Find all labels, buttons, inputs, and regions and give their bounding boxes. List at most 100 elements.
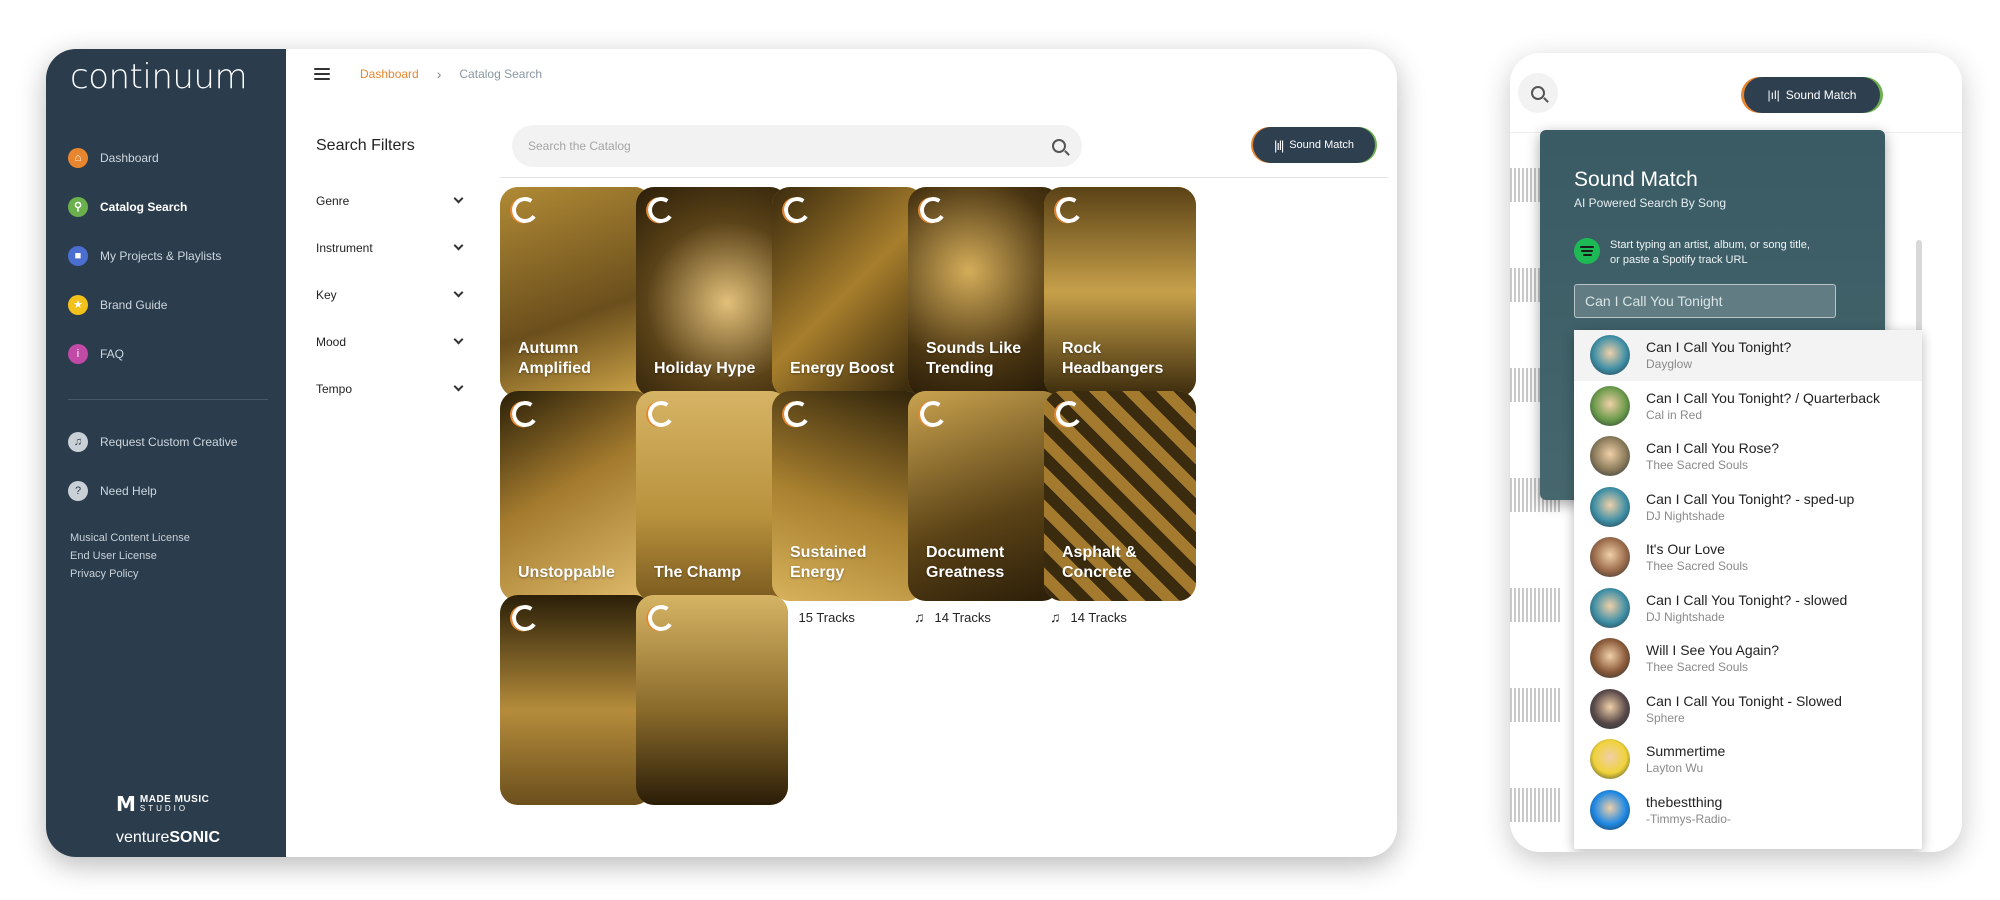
song-result-text: Can I Call You Tonight? / Quarterback Cal… xyxy=(1646,390,1880,422)
panel-sound-match-button[interactable]: |ıl| Sound Match xyxy=(1744,77,1880,113)
filter-instrument[interactable]: Instrument xyxy=(316,224,466,271)
sidebar-item-request-custom-creative[interactable]: ♫ Request Custom Creative xyxy=(68,417,268,466)
playlist-card[interactable] xyxy=(500,595,652,805)
playlist-card[interactable]: Document Greatness xyxy=(908,391,1060,601)
song-result-item[interactable]: It's Our Love Thee Sacred Souls xyxy=(1574,532,1922,583)
playlist-track-count: ♫ 15 Tracks xyxy=(772,609,924,625)
music-note-icon: ♫ xyxy=(914,609,925,625)
filter-label: Key xyxy=(316,287,337,302)
sidebar-item-dashboard[interactable]: ⌂ Dashboard xyxy=(68,133,268,182)
playlist-title: Rock Headbangers xyxy=(1062,340,1164,377)
sound-match-icon: |ıl| xyxy=(1273,137,1284,153)
album-art-avatar xyxy=(1590,688,1630,729)
song-title: Can I Call You Tonight? / Quarterback xyxy=(1646,389,1881,406)
sidebar-item-brand-guide[interactable]: ★ Brand Guide xyxy=(68,280,268,329)
sound-match-button[interactable]: |ıl| Sound Match xyxy=(1253,127,1375,163)
playlist-card[interactable]: Holiday Hype xyxy=(636,187,788,397)
song-result-item[interactable]: thebestthing -Timmys-Radio- xyxy=(1574,785,1922,836)
song-title: Can I Call You Tonight? xyxy=(1646,339,1792,356)
panel-sound-match-label: Sound Match xyxy=(1785,88,1857,102)
album-art-avatar xyxy=(1590,789,1630,830)
topbar: Dashboard › Catalog Search xyxy=(286,49,1397,99)
song-result-text: Can I Call You Tonight? - sped-up DJ Nigh… xyxy=(1646,491,1854,523)
venture-sonic-logo: ventureSONIC xyxy=(116,829,220,847)
playlist-title: Sustained Energy xyxy=(790,544,867,581)
sidebar-item-need-help[interactable]: ? Need Help xyxy=(68,466,268,515)
filter-tempo[interactable]: Tempo xyxy=(316,365,466,412)
sound-match-input[interactable]: Can I Call You Tonight xyxy=(1574,284,1836,318)
venture-sonic-part-b: SONIC xyxy=(169,829,221,846)
breadcrumb-catalog-search: Catalog Search xyxy=(459,67,543,81)
song-artist: Cal in Red xyxy=(1646,407,1703,422)
song-artist: DJ Nightshade xyxy=(1646,508,1725,523)
song-result-item[interactable]: Can I Call You Rose? Thee Sacred Souls xyxy=(1574,431,1922,482)
playlist-title: Sounds Like Trending xyxy=(926,340,1022,377)
song-result-item[interactable]: Can I Call You Tonight? - slowed DJ Night… xyxy=(1574,583,1922,634)
sound-match-window: |ıl| Sound Match Sound Match AI Powered … xyxy=(1510,53,1962,852)
playlist-card[interactable]: Rock Headbangers xyxy=(1044,187,1196,397)
playlist-card[interactable]: Asphalt & Concrete xyxy=(1044,391,1196,601)
song-title: It's Our Love xyxy=(1646,541,1725,558)
song-title: thebestthing xyxy=(1646,793,1723,810)
song-title: Can I Call You Rose? xyxy=(1646,440,1780,457)
catalog-search-input[interactable] xyxy=(528,139,1052,153)
playlist-card[interactable]: Sounds Like Trending xyxy=(908,187,1060,397)
sidebar-item-my-projects-playlists[interactable]: ■ My Projects & Playlists xyxy=(68,231,268,280)
playlist-card-wrapper: The Champ♫15 Tracks xyxy=(636,391,788,625)
playlist-card[interactable]: Energy Boost xyxy=(772,187,924,397)
sound-match-title: Sound Match xyxy=(1574,168,1698,191)
playlist-card-wrapper: Holiday Hype♫19 Tracks xyxy=(636,187,788,421)
song-result-item[interactable]: Can I Call You Tonight? / Quarterback Cal… xyxy=(1574,381,1922,432)
sidebar-nav: ⌂ Dashboard ⚲ Catalog Search ■ My Projects & … xyxy=(68,133,268,378)
song-result-item[interactable]: Can I Call You Tonight? - sped-up DJ Nigh… xyxy=(1574,482,1922,533)
album-art-avatar xyxy=(1590,335,1630,376)
playlist-card[interactable]: The Champ xyxy=(636,391,788,601)
filter-label: Genre xyxy=(316,193,350,208)
song-title: Can I Call You Tonight? - sped-up xyxy=(1646,490,1855,507)
folder-icon: ■ xyxy=(68,245,88,266)
song-result-item[interactable]: Can I Call You Tonight? Dayglow xyxy=(1574,330,1922,381)
filter-key[interactable]: Key xyxy=(316,271,466,318)
song-title: Can I Call You Tonight? - slowed xyxy=(1646,591,1848,608)
filter-genre[interactable]: Genre xyxy=(316,177,466,224)
playlist-card[interactable]: Sustained Energy xyxy=(772,391,924,601)
breadcrumb-dashboard[interactable]: Dashboard xyxy=(360,67,419,81)
sidebar-item-label: Request Custom Creative xyxy=(100,434,238,449)
playlist-card-wrapper: Asphalt & Concrete ♫ 14 Tracks xyxy=(1044,391,1196,625)
playlist-card[interactable]: Autumn Amplified xyxy=(500,187,652,397)
playlist-track-count: ♫ 14 Tracks xyxy=(908,609,1060,625)
playlist-card-wrapper xyxy=(636,595,788,805)
track-count-label: 15 Tracks xyxy=(798,609,855,625)
album-art-avatar xyxy=(1590,587,1630,628)
album-art-avatar xyxy=(1590,638,1630,679)
playlist-title: The Champ xyxy=(654,564,742,581)
song-title: Can I Call You Tonight - Slowed xyxy=(1646,692,1842,709)
panel-search-button[interactable] xyxy=(1518,73,1558,113)
sidebar-item-faq[interactable]: i FAQ xyxy=(68,329,268,378)
song-artist: Thee Sacred Souls xyxy=(1646,458,1749,473)
logo[interactable]: continuum xyxy=(70,57,248,97)
legal-link-privacy-policy[interactable]: Privacy Policy xyxy=(70,565,190,583)
playlist-grid: Autumn Amplified♫22 TracksHoliday Hype♫1… xyxy=(500,187,1380,857)
playlist-card-wrapper: Autumn Amplified♫22 Tracks xyxy=(500,187,652,421)
filter-mood[interactable]: Mood xyxy=(316,318,466,365)
search-icon[interactable] xyxy=(1052,139,1066,153)
chevron-down-icon xyxy=(453,334,464,345)
sidebar-item-catalog-search[interactable]: ⚲ Catalog Search xyxy=(68,182,268,231)
sound-match-label: Sound Match xyxy=(1289,139,1355,151)
made-music-sub-label: STUDIO xyxy=(139,804,189,813)
song-results-dropdown: Can I Call You Tonight? Dayglow Can I Call… xyxy=(1574,330,1922,849)
song-result-item[interactable]: Can I Call You Tonight - Slowed Sphere xyxy=(1574,684,1922,735)
playlist-card[interactable] xyxy=(636,595,788,805)
song-result-item[interactable]: Summertime Layton Wu xyxy=(1574,734,1922,785)
legal-link-musical-content-license[interactable]: Musical Content License xyxy=(70,529,190,547)
hamburger-menu-icon[interactable] xyxy=(314,68,330,80)
playlist-track-count: ♫ 14 Tracks xyxy=(1044,609,1196,625)
album-art-avatar xyxy=(1590,739,1630,780)
legal-link-end-user-license[interactable]: End User License xyxy=(70,547,190,565)
song-result-item[interactable]: Will I See You Again? Thee Sacred Souls xyxy=(1574,633,1922,684)
playlist-card[interactable]: Unstoppable xyxy=(500,391,652,601)
chevron-down-icon xyxy=(453,381,464,392)
song-result-text: Will I See You Again? Thee Sacred Souls xyxy=(1646,642,1779,674)
sidebar-item-label: Brand Guide xyxy=(100,297,168,312)
